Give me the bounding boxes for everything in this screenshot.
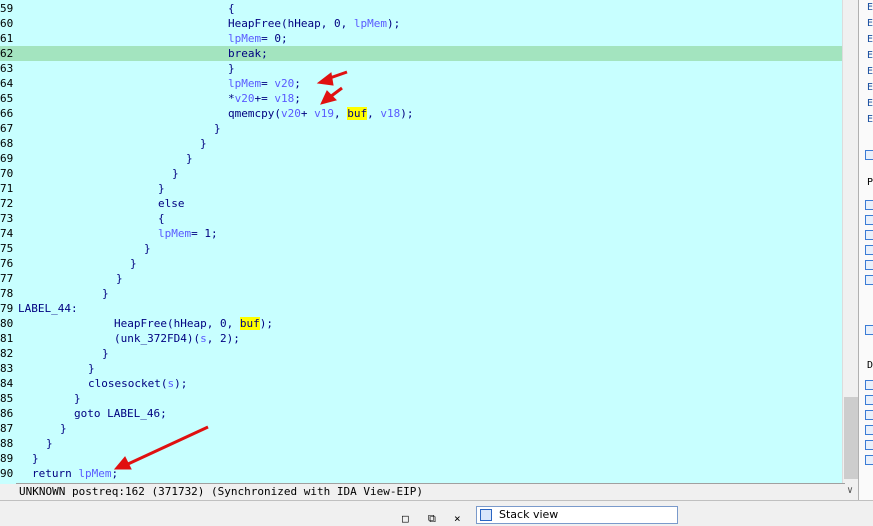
arrow-line-65 [320,86,343,105]
annotation-arrows [113,70,348,470]
arrow-line-90 [113,425,209,470]
arrow-line-64 [316,70,348,86]
